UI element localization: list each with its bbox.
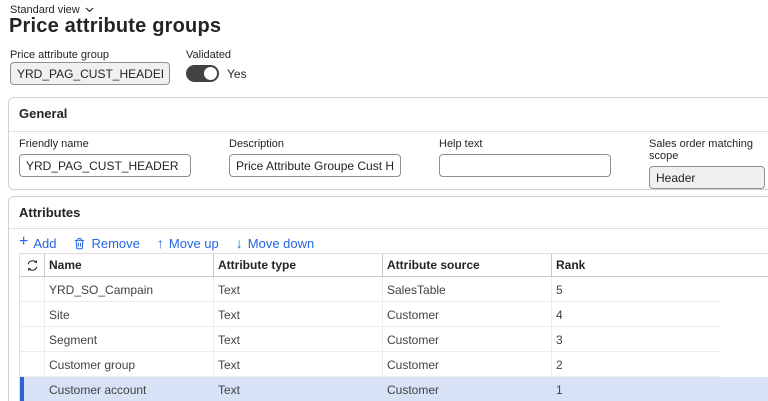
key-field-label: Price attribute group <box>10 49 110 61</box>
description-field[interactable] <box>229 154 401 177</box>
arrow-down-icon: ↓ <box>235 235 243 251</box>
add-button[interactable]: + Add <box>19 233 57 251</box>
column-header-source[interactable]: Attribute source <box>382 254 551 276</box>
cell-source[interactable]: Customer <box>382 302 551 327</box>
arrow-up-icon: ↑ <box>156 235 164 251</box>
column-header-name[interactable]: Name <box>44 254 213 276</box>
attributes-grid: Name Attribute type Attribute source Ran… <box>19 253 768 401</box>
cell-name[interactable]: Customer account <box>44 377 213 401</box>
friendly-name-field[interactable] <box>19 154 191 177</box>
cell-rank[interactable]: 2 <box>551 352 720 377</box>
trash-icon <box>73 237 86 250</box>
validated-label: Validated <box>186 49 232 61</box>
move-up-button-label: Move up <box>168 235 219 251</box>
row-selector-cell[interactable] <box>20 277 44 302</box>
attributes-toolbar: + Add Remove ↑ Move up ↓ Move down <box>19 233 314 253</box>
cell-type[interactable]: Text <box>213 302 382 327</box>
table-row[interactable]: Site Text Customer 4 <box>20 302 768 327</box>
description-label: Description <box>229 138 285 150</box>
cell-rank[interactable]: 3 <box>551 327 720 352</box>
table-row[interactable]: YRD_SO_Campain Text SalesTable 5 <box>20 277 768 302</box>
row-selector-cell[interactable] <box>20 377 44 401</box>
cell-rank[interactable]: 4 <box>551 302 720 327</box>
table-row[interactable]: Segment Text Customer 3 <box>20 327 768 352</box>
cell-type[interactable]: Text <box>213 377 382 401</box>
cell-source[interactable]: Customer <box>382 352 551 377</box>
friendly-name-label: Friendly name <box>19 138 89 150</box>
table-row-selected[interactable]: Customer account Text Customer 1 <box>20 377 768 401</box>
validated-state-text: Yes <box>227 67 247 81</box>
cell-type[interactable]: Text <box>213 277 382 302</box>
cell-name[interactable]: Customer group <box>44 352 213 377</box>
add-button-label: Add <box>33 235 57 251</box>
general-section: General Friendly name Description Help t… <box>8 97 768 190</box>
price-attribute-groups-page: Standard view Price attribute groups Pri… <box>0 0 768 401</box>
sales-order-matching-scope-field[interactable] <box>649 166 765 189</box>
attributes-section-title[interactable]: Attributes <box>19 205 80 220</box>
cell-rank[interactable]: 5 <box>551 277 720 302</box>
move-up-button[interactable]: ↑ Move up <box>157 236 219 251</box>
help-text-label: Help text <box>439 138 483 150</box>
validated-toggle[interactable] <box>186 65 219 82</box>
column-header-type[interactable]: Attribute type <box>213 254 382 276</box>
general-section-title[interactable]: General <box>19 106 67 121</box>
cell-type[interactable]: Text <box>213 327 382 352</box>
grid-header-row: Name Attribute type Attribute source Ran… <box>20 253 768 277</box>
plus-icon: + <box>19 233 29 250</box>
cell-name[interactable]: YRD_SO_Campain <box>44 277 213 302</box>
attributes-section: Attributes + Add Remove ↑ Move up ↓ Move… <box>8 196 768 401</box>
refresh-icon[interactable] <box>20 254 44 276</box>
cell-name[interactable]: Site <box>44 302 213 327</box>
sales-order-matching-scope-label: Sales order matching scope <box>649 138 753 162</box>
remove-button[interactable]: Remove <box>73 235 140 251</box>
page-title: Price attribute groups <box>9 15 222 37</box>
column-header-rank[interactable]: Rank <box>551 254 720 276</box>
cell-name[interactable]: Segment <box>44 327 213 352</box>
cell-source[interactable]: Customer <box>382 327 551 352</box>
row-selector-cell[interactable] <box>20 302 44 327</box>
row-selector-cell[interactable] <box>20 352 44 377</box>
cell-source[interactable]: SalesTable <box>382 277 551 302</box>
move-down-button-label: Move down <box>247 235 315 251</box>
section-divider <box>9 131 768 132</box>
chevron-down-icon <box>85 7 94 13</box>
table-row[interactable]: Customer group Text Customer 2 <box>20 352 768 377</box>
cell-source[interactable]: Customer <box>382 377 551 401</box>
move-down-button[interactable]: ↓ Move down <box>236 236 314 251</box>
price-attribute-group-field[interactable] <box>10 62 170 85</box>
cell-rank[interactable]: 1 <box>551 377 720 401</box>
section-divider <box>9 228 768 229</box>
row-selector-cell[interactable] <box>20 327 44 352</box>
remove-button-label: Remove <box>91 235 140 251</box>
help-text-field[interactable] <box>439 154 611 177</box>
cell-type[interactable]: Text <box>213 352 382 377</box>
